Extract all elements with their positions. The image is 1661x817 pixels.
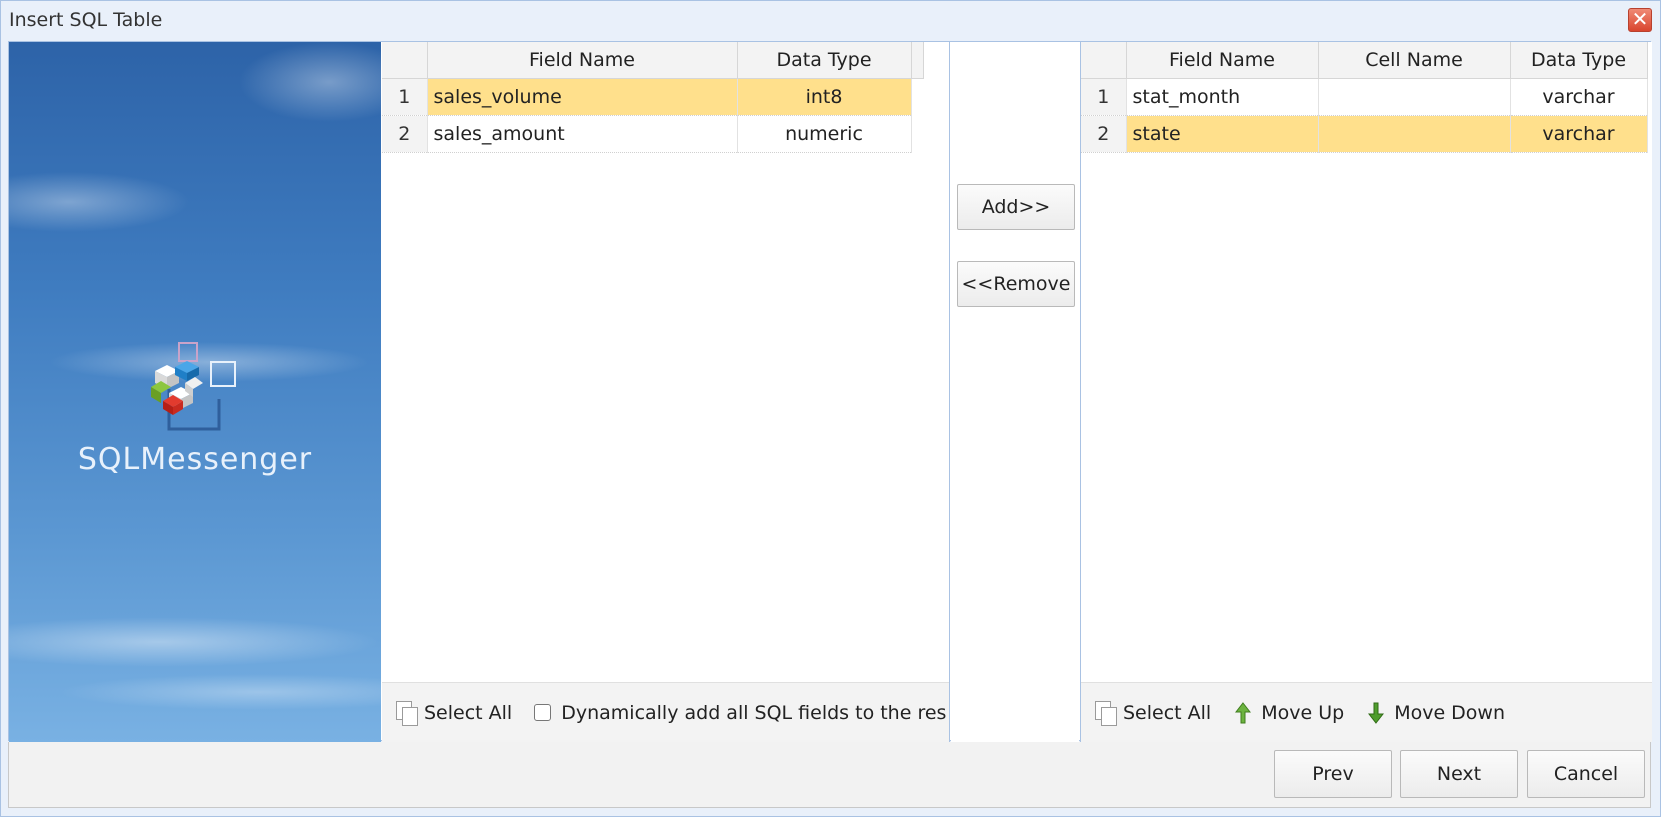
header-filler xyxy=(911,42,924,79)
field-name-cell[interactable]: state xyxy=(1126,115,1319,153)
right-panel-footer: Select All Move Up Move Down xyxy=(1081,682,1652,742)
cell-name-header[interactable]: Cell Name xyxy=(1318,42,1511,79)
dialog-button-bar: Prev Next Cancel xyxy=(8,742,1651,808)
row-filler xyxy=(911,78,923,115)
row-number: 2 xyxy=(1081,115,1127,153)
field-name-header[interactable]: Field Name xyxy=(1126,42,1319,79)
data-type-cell[interactable]: varchar xyxy=(1510,115,1648,153)
table-row[interactable]: 1 stat_month varchar xyxy=(1081,78,1648,116)
table-header: Field Name Data Type xyxy=(382,42,924,79)
prev-button[interactable]: Prev xyxy=(1274,750,1392,798)
copy-icon xyxy=(396,700,418,726)
dynamic-add-label: Dynamically add all SQL fields to the re… xyxy=(561,701,947,724)
add-button[interactable]: Add>> xyxy=(957,184,1075,230)
table-row[interactable]: 2 sales_amount numeric xyxy=(382,115,923,153)
target-fields-table: Field Name Cell Name Data Type 1 stat_mo… xyxy=(1081,42,1648,153)
sky-banner: SQLMessenger xyxy=(9,42,381,742)
field-name-cell[interactable]: stat_month xyxy=(1126,78,1319,116)
cell-name-cell[interactable] xyxy=(1318,78,1511,116)
row-number: 1 xyxy=(1081,78,1127,116)
field-name-cell[interactable]: sales_volume xyxy=(427,78,738,116)
select-all-label: Select All xyxy=(1123,701,1212,724)
table-row[interactable]: 2 state varchar xyxy=(1081,115,1648,153)
target-fields-panel: Field Name Cell Name Data Type 1 stat_mo… xyxy=(1080,42,1652,742)
arrow-up-icon xyxy=(1235,701,1252,723)
dynamic-add-checkbox[interactable] xyxy=(534,704,552,721)
sql-fields-panel: Field Name Data Type 1 sales_volume int8… xyxy=(382,42,950,742)
dialog-title: Insert SQL Table xyxy=(9,9,163,31)
data-type-header[interactable]: Data Type xyxy=(737,42,912,79)
table-row[interactable]: 1 sales_volume int8 xyxy=(382,78,923,116)
field-name-header[interactable]: Field Name xyxy=(427,42,738,79)
move-down-label: Move Down xyxy=(1394,701,1506,724)
data-type-cell[interactable]: int8 xyxy=(737,78,912,116)
dynamic-add-option[interactable]: Dynamically add all SQL fields to the re… xyxy=(534,702,946,724)
row-filler xyxy=(911,115,923,152)
data-type-cell[interactable]: varchar xyxy=(1510,78,1648,116)
row-number: 2 xyxy=(382,115,428,153)
row-number-header xyxy=(1081,42,1127,79)
row-number-header xyxy=(382,42,428,79)
sql-fields-table: Field Name Data Type 1 sales_volume int8… xyxy=(382,42,924,153)
select-all-right-button[interactable]: Select All xyxy=(1095,700,1212,726)
field-name-cell[interactable]: sales_amount xyxy=(427,115,738,153)
table-header: Field Name Cell Name Data Type xyxy=(1081,42,1648,79)
move-up-label: Move Up xyxy=(1261,701,1345,724)
cell-name-cell[interactable] xyxy=(1318,115,1511,153)
data-type-cell[interactable]: numeric xyxy=(737,115,912,153)
move-down-button[interactable]: Move Down xyxy=(1368,701,1505,725)
next-button[interactable]: Next xyxy=(1400,750,1518,798)
left-panel-footer: Select All Dynamically add all SQL field… xyxy=(382,682,949,742)
move-up-button[interactable]: Move Up xyxy=(1235,701,1344,725)
data-type-header[interactable]: Data Type xyxy=(1510,42,1648,79)
arrow-down-icon xyxy=(1368,702,1385,724)
close-icon[interactable]: ✕ xyxy=(1628,8,1652,32)
transfer-buttons-panel: Add>> <<Remove xyxy=(951,42,1079,742)
title-bar: Insert SQL Table ✕ xyxy=(1,1,1660,41)
select-all-label: Select All xyxy=(424,701,513,724)
copy-icon xyxy=(1095,700,1117,726)
brand-name: SQLMessenger xyxy=(77,442,313,477)
cancel-button[interactable]: Cancel xyxy=(1527,750,1645,798)
dialog-content: SQLMessenger Field Name Data Type 1 sale… xyxy=(8,41,1652,742)
remove-button[interactable]: <<Remove xyxy=(957,261,1075,307)
sqlmessenger-cube-logo-icon xyxy=(151,342,236,431)
row-number: 1 xyxy=(382,78,428,116)
select-all-left-button[interactable]: Select All xyxy=(396,700,513,726)
